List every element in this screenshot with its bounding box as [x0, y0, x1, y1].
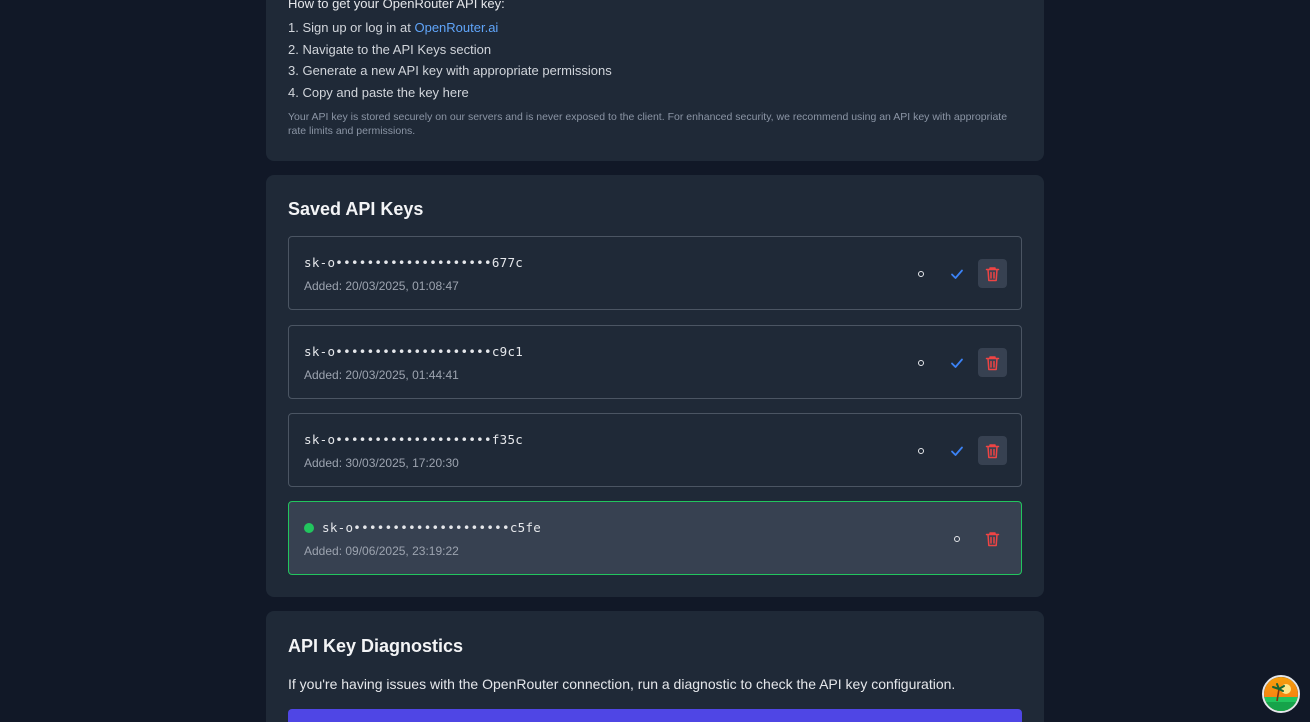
masked-key: sk-o••••••••••••••••••••f35c — [304, 432, 524, 447]
eye-icon — [917, 359, 924, 366]
delete-key-button[interactable] — [978, 524, 1007, 553]
api-key-item[interactable]: sk-o••••••••••••••••••••677c Added: 20/0… — [288, 236, 1022, 310]
instructions-heading: How to get your OpenRouter API key: — [288, 0, 505, 11]
delete-key-button[interactable] — [978, 436, 1007, 465]
set-active-key-button[interactable] — [942, 259, 971, 288]
api-key-item-active[interactable]: sk-o••••••••••••••••••••c5fe Added: 09/0… — [288, 501, 1022, 575]
beach-avatar-icon — [1264, 677, 1298, 711]
show-key-button[interactable] — [942, 524, 971, 553]
api-key-added-date: Added: 09/06/2025, 23:19:22 — [304, 544, 459, 558]
instruction-step-1-text: 1. Sign up or log in at — [288, 20, 415, 35]
masked-key: sk-o••••••••••••••••••••677c — [304, 255, 524, 270]
eye-icon — [953, 535, 960, 542]
api-key-value: sk-o••••••••••••••••••••677c — [304, 255, 523, 270]
delete-key-button[interactable] — [978, 259, 1007, 288]
api-key-actions — [942, 524, 1007, 553]
trash-icon — [985, 266, 1000, 281]
api-key-diagnostics-card: API Key Diagnostics If you're having iss… — [266, 611, 1044, 722]
eye-icon — [917, 270, 924, 277]
openrouter-link[interactable]: OpenRouter.ai — [414, 20, 498, 35]
api-key-item[interactable]: sk-o••••••••••••••••••••c9c1 Added: 20/0… — [288, 325, 1022, 399]
instruction-step-4: 4. Copy and paste the key here — [288, 84, 469, 100]
set-active-key-button[interactable] — [942, 348, 971, 377]
trash-icon — [985, 355, 1000, 370]
trash-icon — [985, 531, 1000, 546]
trash-icon — [985, 443, 1000, 458]
api-key-actions — [906, 259, 1007, 288]
check-icon — [950, 358, 963, 368]
diagnostics-description: If you're having issues with the OpenRou… — [288, 676, 956, 692]
api-key-item[interactable]: sk-o••••••••••••••••••••f35c Added: 30/0… — [288, 413, 1022, 487]
show-key-button[interactable] — [906, 259, 935, 288]
api-key-added-date: Added: 20/03/2025, 01:44:41 — [304, 368, 459, 382]
run-diagnostic-button[interactable] — [288, 709, 1022, 722]
saved-api-keys-card: Saved API Keys sk-o••••••••••••••••••••6… — [266, 175, 1044, 597]
api-key-value: sk-o••••••••••••••••••••c9c1 — [304, 344, 523, 359]
instruction-step-3: 3. Generate a new API key with appropria… — [288, 63, 612, 79]
set-active-key-button[interactable] — [942, 436, 971, 465]
eye-icon — [917, 447, 924, 454]
page: How to get your OpenRouter API key: 1. S… — [0, 0, 1310, 722]
instructions-steps: 1. Sign up or log in at OpenRouter.ai 2.… — [288, 18, 612, 104]
delete-key-button[interactable] — [978, 348, 1007, 377]
security-note: Your API key is stored securely on our s… — [288, 111, 1008, 137]
api-key-actions — [906, 436, 1007, 465]
active-status-dot — [304, 522, 314, 533]
diagnostics-title: API Key Diagnostics — [288, 636, 464, 656]
show-key-button[interactable] — [906, 436, 935, 465]
api-key-instructions-card: How to get your OpenRouter API key: 1. S… — [266, 0, 1044, 161]
instruction-step-2: 2. Navigate to the API Keys section — [288, 41, 492, 57]
api-key-added-date: Added: 20/03/2025, 01:08:47 — [304, 279, 459, 293]
api-key-added-date: Added: 30/03/2025, 17:20:30 — [304, 456, 459, 470]
check-icon — [950, 269, 963, 279]
api-key-value: sk-o••••••••••••••••••••f35c — [304, 432, 523, 447]
check-icon — [950, 446, 963, 456]
masked-key: sk-o••••••••••••••••••••c9c1 — [304, 344, 524, 359]
instruction-step-1: 1. Sign up or log in at OpenRouter.ai — [288, 18, 612, 40]
avatar[interactable] — [1262, 675, 1300, 713]
masked-key: sk-o••••••••••••••••••••c5fe — [322, 520, 542, 535]
api-key-actions — [906, 348, 1007, 377]
show-key-button[interactable] — [906, 348, 935, 377]
api-key-value: sk-o••••••••••••••••••••c5fe — [304, 520, 541, 535]
saved-api-keys-title: Saved API Keys — [288, 199, 424, 219]
